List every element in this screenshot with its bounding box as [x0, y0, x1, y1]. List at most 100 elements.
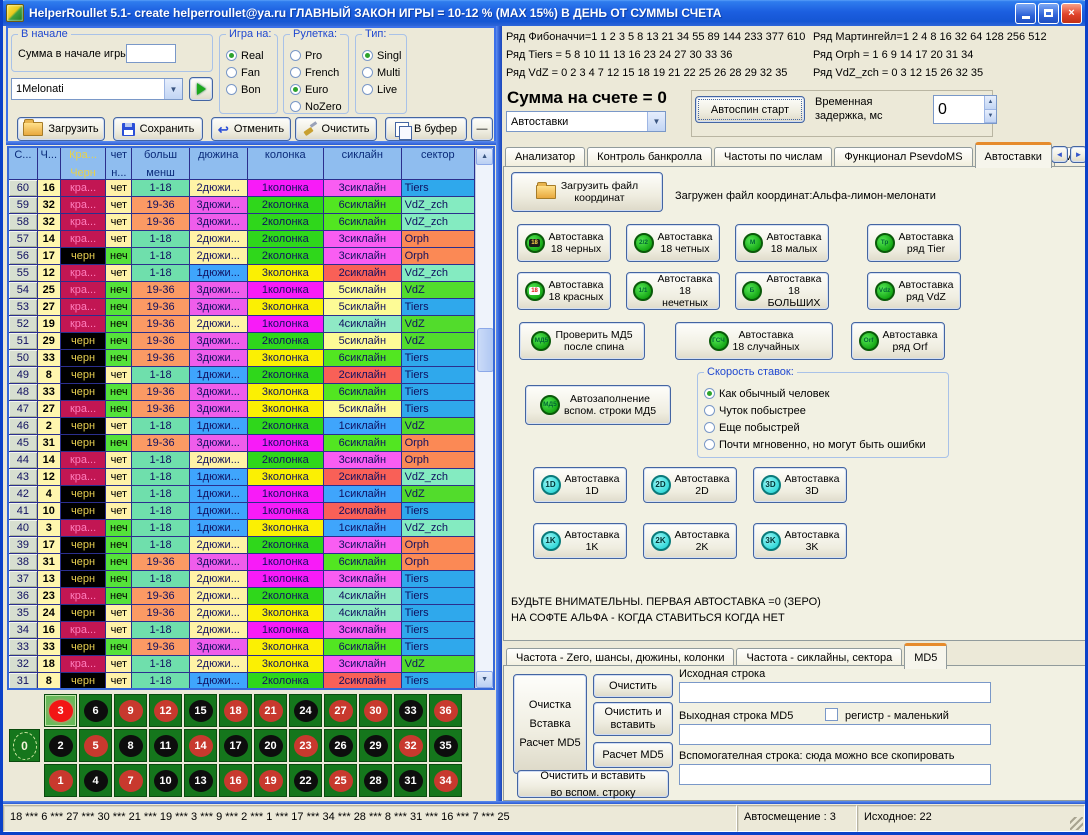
radio-почти-мгновенно-но-могут-быть-ошибки[interactable]: Почти мгновенно, но могут быть ошибки	[704, 436, 944, 453]
autospin-start-button[interactable]: Автоспин старт	[695, 96, 805, 123]
roulette-cell-8[interactable]: 8	[114, 729, 147, 762]
roulette-cell-20[interactable]: 20	[254, 729, 287, 762]
roulette-cell-6[interactable]: 6	[79, 694, 112, 727]
table-scrollbar[interactable]: ▲ ▼	[475, 148, 493, 688]
tab-автоставки[interactable]: Автоставки	[975, 142, 1052, 168]
roulette-cell-16[interactable]: 16	[219, 764, 252, 797]
spinner-down-icon[interactable]: ▼	[985, 110, 996, 124]
autostavki-combo[interactable]: Автоставки ▼	[506, 111, 666, 132]
tab-scroll-right-icon[interactable]: ►	[1070, 146, 1087, 163]
autofill-md5-button[interactable]: МД5 Автозаполнение вспом. строки МД5	[525, 385, 671, 425]
roulette-cell-23[interactable]: 23	[289, 729, 322, 762]
tab-md5[interactable]: MD5	[904, 643, 947, 669]
roulette-cell-2[interactable]: 2	[44, 729, 77, 762]
delay-input[interactable]	[934, 96, 984, 123]
roulette-cell-30[interactable]: 30	[359, 694, 392, 727]
roulette-cell-11[interactable]: 11	[149, 729, 182, 762]
roulette-cell-10[interactable]: 10	[149, 764, 182, 797]
bet-2d-button[interactable]: 2DАвтоставка2D	[643, 467, 737, 503]
save-button[interactable]: Сохранить	[113, 117, 203, 141]
md5-output-input[interactable]	[679, 724, 991, 745]
roulette-cell-9[interactable]: 9	[114, 694, 147, 727]
roulette-cell-21[interactable]: 21	[254, 694, 287, 727]
md5-clear-button[interactable]: Очистить	[593, 674, 673, 698]
tab-анализатор[interactable]: Анализатор	[505, 147, 585, 168]
spinner-up-icon[interactable]: ▲	[985, 96, 996, 110]
md5-aux-input[interactable]	[679, 764, 991, 785]
md5-big-button[interactable]: Очистка Вставка Расчет MD5	[513, 674, 587, 774]
radio-fan[interactable]: Fan	[226, 64, 273, 81]
roulette-cell-25[interactable]: 25	[324, 764, 357, 797]
bet-18-red-button[interactable]: 18Автоставка18 красных	[517, 272, 611, 310]
radio-как-обычный-человек[interactable]: Как обычный человек	[704, 385, 944, 402]
roulette-cell-7[interactable]: 7	[114, 764, 147, 797]
roulette-cell-29[interactable]: 29	[359, 729, 392, 762]
play-button[interactable]	[189, 77, 213, 101]
bet-18-odd-button[interactable]: 1/1Автоставка18 нечетных	[626, 272, 720, 310]
roulette-cell-28[interactable]: 28	[359, 764, 392, 797]
roulette-cell-15[interactable]: 15	[184, 694, 217, 727]
tab-scroll-left-icon[interactable]: ◄	[1051, 146, 1068, 163]
clear-button[interactable]: Очистить	[295, 117, 377, 141]
bet-row-tier-button[interactable]: ТрАвтоставкаряд Tier	[867, 224, 961, 262]
roulette-cell-19[interactable]: 19	[254, 764, 287, 797]
tab-контроль-банкролла[interactable]: Контроль банкролла	[587, 147, 712, 168]
radio-live[interactable]: Live	[362, 81, 402, 98]
bet-18-even-button[interactable]: 2/2Автоставка18 четных	[626, 224, 720, 262]
radio-singl[interactable]: Singl	[362, 47, 402, 64]
roulette-cell-27[interactable]: 27	[324, 694, 357, 727]
bet-18-black-button[interactable]: 18Автоставка18 черных	[517, 224, 611, 262]
roulette-cell-5[interactable]: 5	[79, 729, 112, 762]
roulette-cell-18[interactable]: 18	[219, 694, 252, 727]
md5-calc-button[interactable]: Расчет MD5	[593, 742, 673, 768]
roulette-cell-33[interactable]: 33	[394, 694, 427, 727]
md5-clear-paste-button[interactable]: Очистить и вставить	[593, 702, 673, 736]
roulette-cell-17[interactable]: 17	[219, 729, 252, 762]
minus-button[interactable]: —	[471, 117, 493, 141]
copy-to-buffer-button[interactable]: В буфер	[385, 117, 467, 141]
load-button[interactable]: Загрузить	[17, 117, 105, 141]
bet-3k-button[interactable]: 3KАвтоставка3K	[753, 523, 847, 559]
roulette-cell-34[interactable]: 34	[429, 764, 462, 797]
roulette-cell-12[interactable]: 12	[149, 694, 182, 727]
roulette-cell-13[interactable]: 13	[184, 764, 217, 797]
bet-18-big-button[interactable]: БАвтоставка18 БОЛЬШИХ	[735, 272, 829, 310]
roulette-cell-1[interactable]: 1	[44, 764, 77, 797]
chevron-down-icon[interactable]: ▼	[164, 79, 182, 99]
register-checkbox[interactable]	[825, 708, 838, 721]
roulette-cell-0[interactable]: 0	[9, 729, 40, 762]
md5-source-input[interactable]	[679, 682, 991, 703]
roulette-cell-36[interactable]: 36	[429, 694, 462, 727]
radio-euro[interactable]: Euro	[290, 81, 344, 98]
radio-еще-побыстрей[interactable]: Еще побыстрей	[704, 419, 944, 436]
preset-combo[interactable]: 1Melonati ▼	[11, 78, 183, 100]
close-button[interactable]: ×	[1061, 3, 1082, 24]
roulette-cell-3[interactable]: 3	[44, 694, 77, 727]
resize-grip[interactable]	[1070, 817, 1083, 830]
radio-nozero[interactable]: NoZero	[290, 98, 344, 115]
tab-частоты-по-числам[interactable]: Частоты по числам	[714, 147, 832, 168]
roulette-cell-32[interactable]: 32	[394, 729, 427, 762]
roulette-cell-35[interactable]: 35	[429, 729, 462, 762]
radio-pro[interactable]: Pro	[290, 47, 344, 64]
bet-18-small-button[interactable]: МАвтоставка18 малых	[735, 224, 829, 262]
bet-1d-button[interactable]: 1DАвтоставка1D	[533, 467, 627, 503]
minimize-button[interactable]	[1015, 3, 1036, 24]
scrollbar-thumb[interactable]	[477, 328, 494, 372]
maximize-button[interactable]	[1038, 3, 1059, 24]
roulette-cell-14[interactable]: 14	[184, 729, 217, 762]
bet-2k-button[interactable]: 2KАвтоставка2K	[643, 523, 737, 559]
scroll-down-button[interactable]: ▼	[476, 671, 493, 688]
delay-spinner[interactable]: ▲ ▼	[933, 95, 997, 124]
chevron-down-icon[interactable]: ▼	[647, 112, 665, 131]
radio-bon[interactable]: Bon	[226, 81, 273, 98]
roulette-cell-31[interactable]: 31	[394, 764, 427, 797]
roulette-cell-24[interactable]: 24	[289, 694, 322, 727]
radio-real[interactable]: Real	[226, 47, 273, 64]
tab-функционал-psevdoms[interactable]: Функционал PsevdoMS	[834, 147, 972, 168]
bet-row-orf-button[interactable]: OrfАвтоставкаряд Orf	[851, 322, 945, 360]
load-coordinates-button[interactable]: Загрузить файл координат	[511, 172, 663, 212]
roulette-cell-4[interactable]: 4	[79, 764, 112, 797]
radio-french[interactable]: French	[290, 64, 344, 81]
bet-3d-button[interactable]: 3DАвтоставка3D	[753, 467, 847, 503]
